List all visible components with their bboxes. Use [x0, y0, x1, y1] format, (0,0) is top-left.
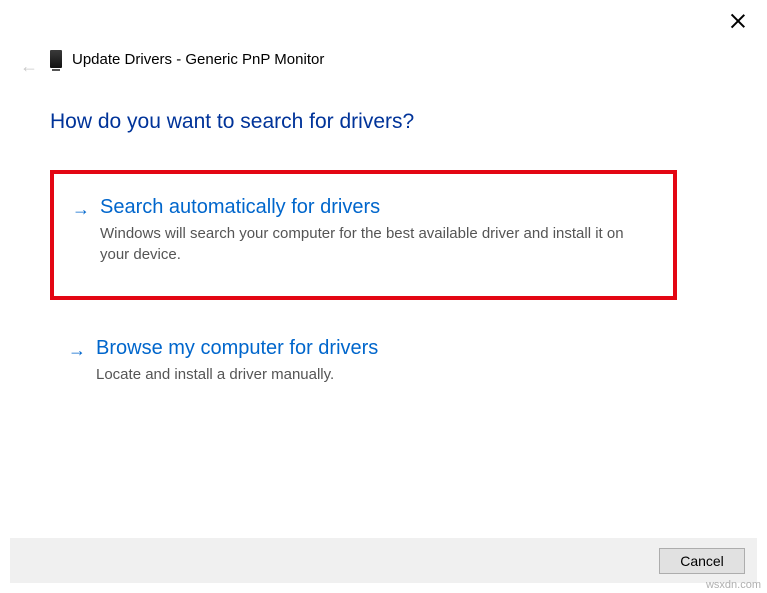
back-arrow-icon: ←	[20, 56, 38, 77]
option-auto-title: Search automatically for drivers	[100, 196, 655, 219]
watermark: wsxdn.com	[706, 579, 761, 591]
option-search-automatically[interactable]: → Search automatically for drivers Windo…	[50, 170, 677, 300]
dialog-title: Update Drivers - Generic PnP Monitor	[72, 51, 324, 68]
update-drivers-dialog: ← Update Drivers - Generic PnP Monitor H…	[0, 0, 767, 593]
option-browse-title: Browse my computer for drivers	[96, 337, 659, 360]
close-icon[interactable]	[729, 12, 747, 30]
monitor-icon	[50, 50, 62, 68]
arrow-right-icon: →	[72, 196, 90, 222]
arrow-right-icon: →	[68, 337, 86, 363]
dialog-footer: Cancel	[10, 538, 757, 583]
option-browse-computer[interactable]: → Browse my computer for drivers Locate …	[50, 315, 677, 403]
page-heading: How do you want to search for drivers?	[50, 110, 414, 134]
dialog-header: Update Drivers - Generic PnP Monitor	[50, 50, 324, 68]
option-auto-desc: Windows will search your computer for th…	[100, 223, 655, 265]
cancel-button[interactable]: Cancel	[659, 548, 745, 574]
cancel-label: Cancel	[680, 553, 724, 569]
option-browse-desc: Locate and install a driver manually.	[96, 364, 659, 385]
